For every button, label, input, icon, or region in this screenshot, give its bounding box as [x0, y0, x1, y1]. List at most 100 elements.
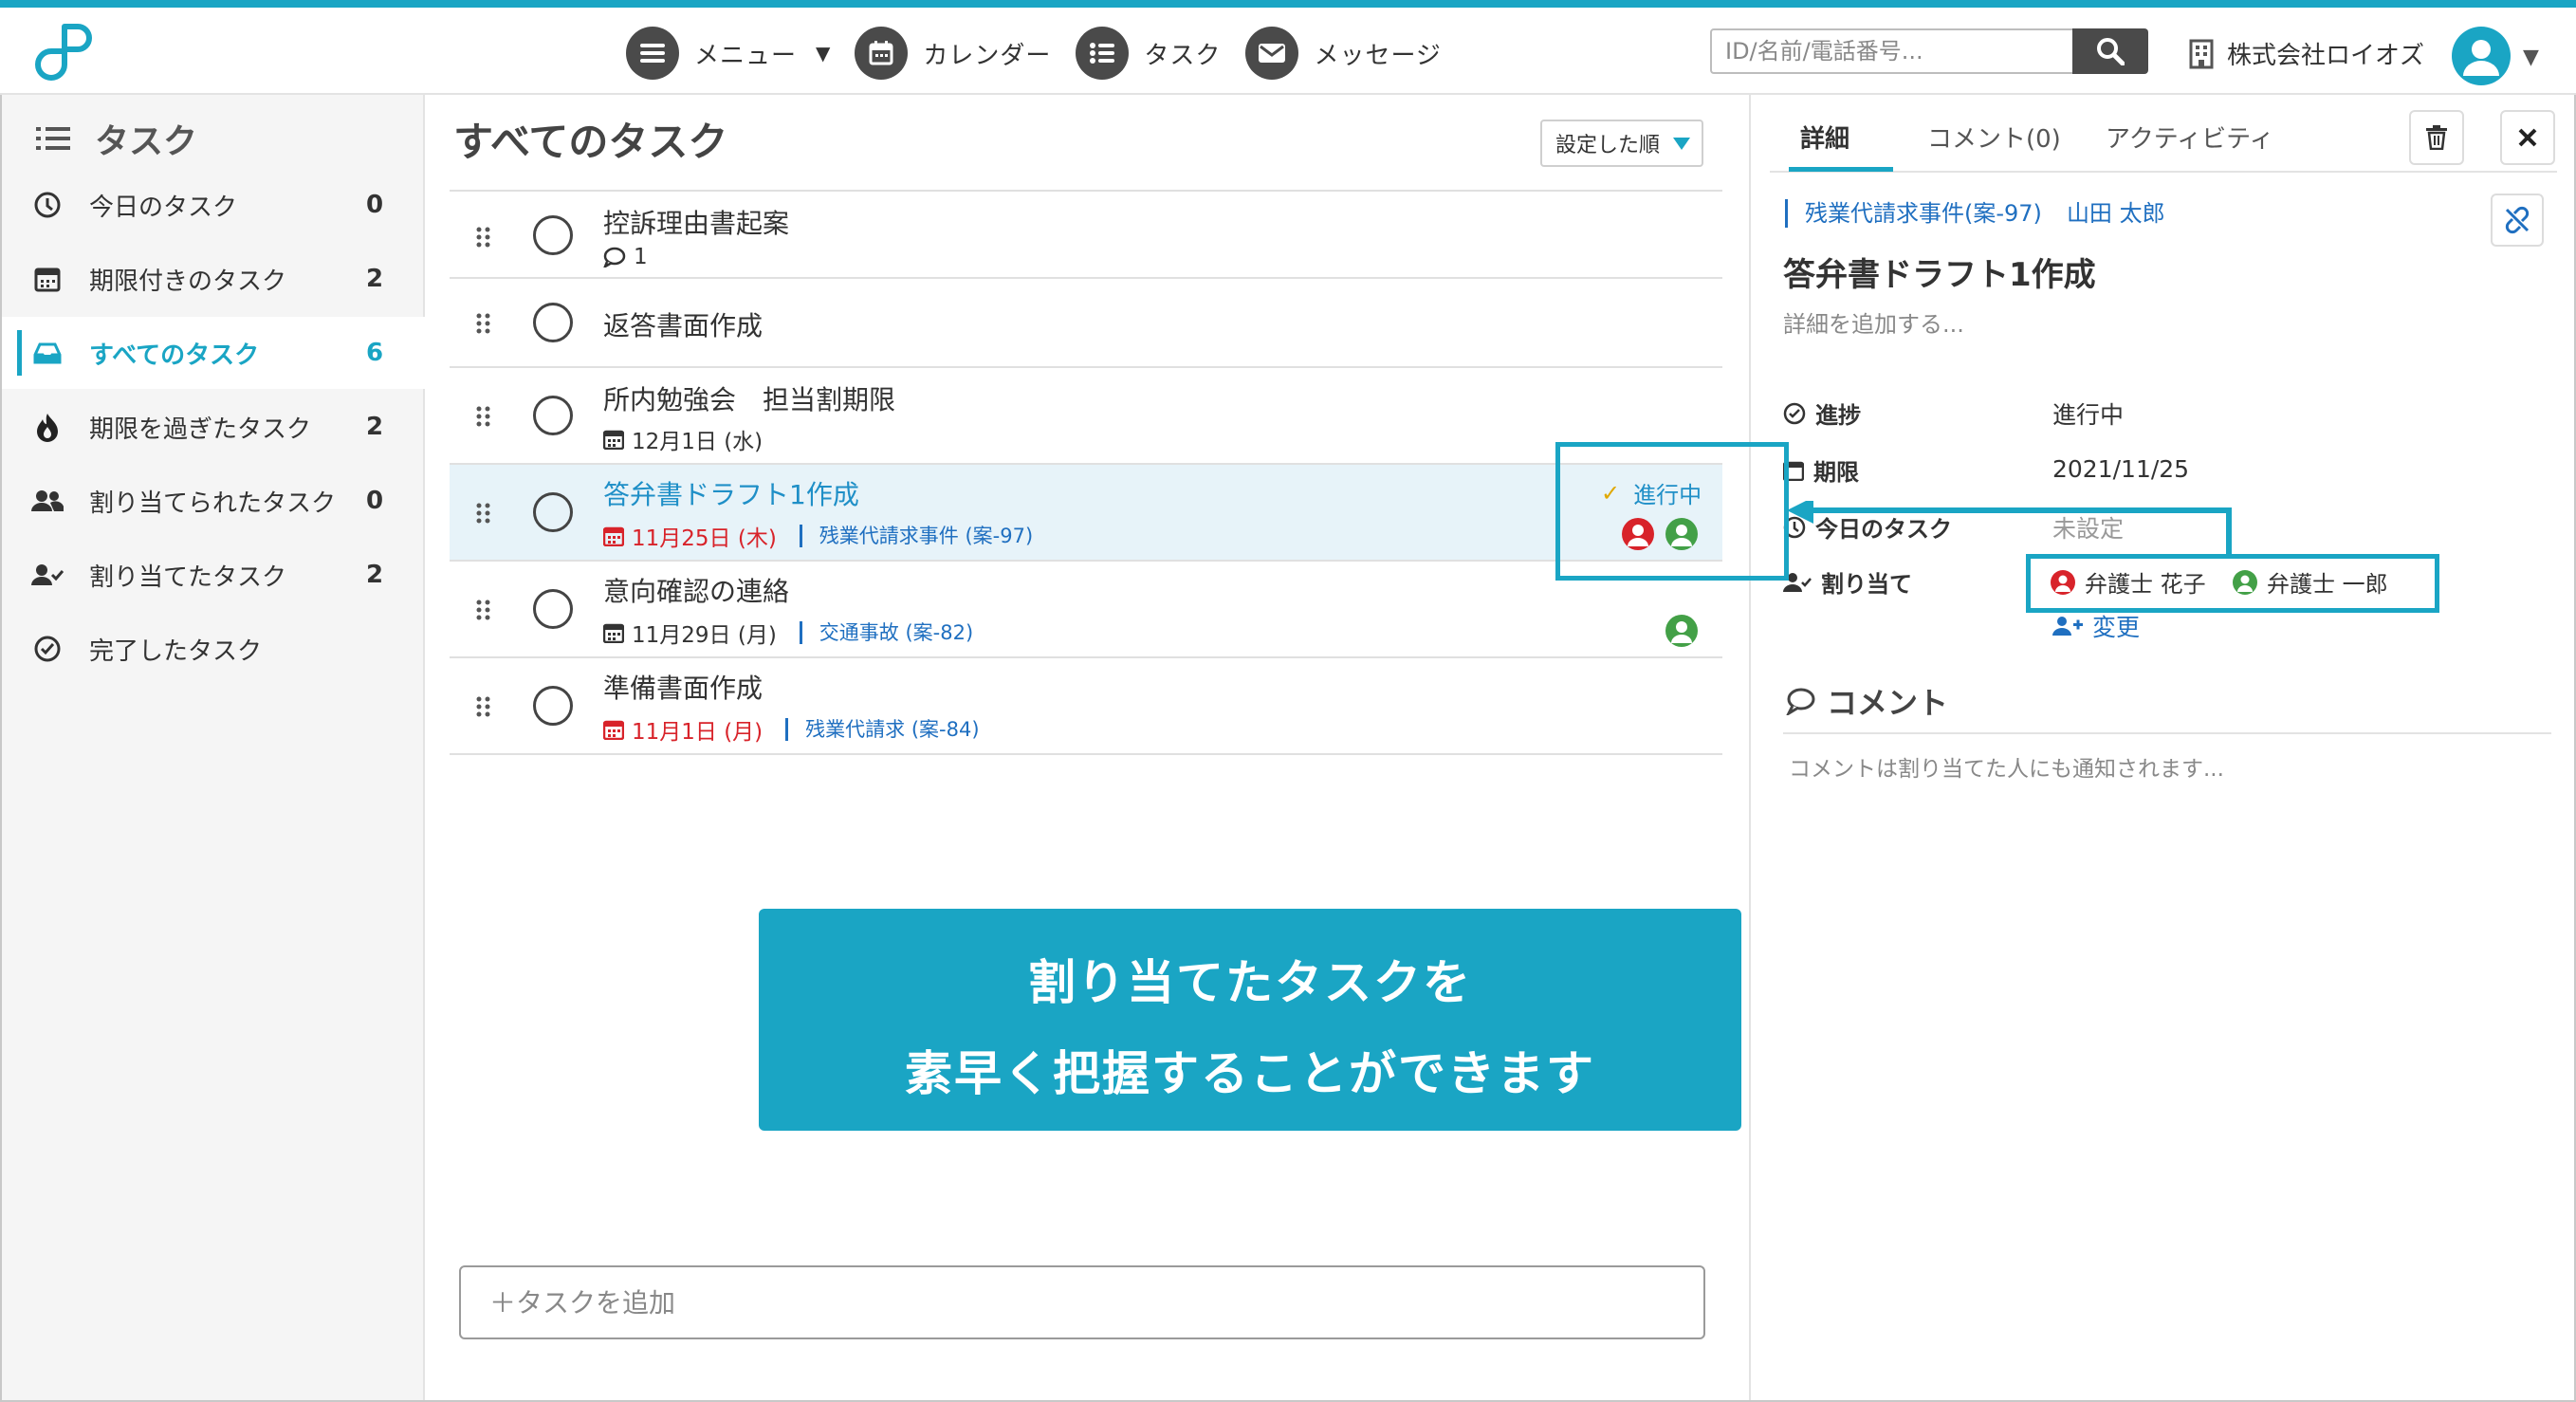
task-case-link[interactable]: 交通事故 (案-82): [799, 621, 973, 644]
sidebar-item-count: 2: [366, 265, 384, 293]
task-due-date: 11月1日 (月): [632, 720, 764, 745]
user-avatar[interactable]: [2452, 27, 2511, 85]
prop-progress-value[interactable]: 進行中: [2052, 397, 2124, 431]
calendar-icon: [30, 262, 64, 296]
drag-handle-icon[interactable]: [474, 695, 493, 718]
task-title[interactable]: 所内勉強会 担当割期限: [603, 379, 895, 417]
task-row[interactable]: 所内勉強会 担当割期限 12月1日 (水): [450, 368, 1722, 465]
calendar-icon: [603, 526, 624, 546]
sidebar-item-today[interactable]: 今日のタスク 0: [2, 169, 425, 241]
check-circle-icon: [1783, 402, 1806, 424]
sidebar-item-label: 完了したタスク: [89, 636, 263, 666]
prop-due-value[interactable]: 2021/11/25: [2052, 455, 2189, 483]
sidebar-item-all[interactable]: すべてのタスク 6: [2, 317, 425, 389]
calendar-icon: [603, 430, 624, 450]
task-row[interactable]: 返答書面作成: [450, 279, 1722, 368]
drag-handle-icon[interactable]: [474, 405, 493, 428]
sidebar-title-text: タスク: [95, 122, 198, 161]
task-complete-checkbox[interactable]: [533, 303, 573, 342]
nav-menu[interactable]: メニュー ▼: [626, 27, 830, 80]
task-title[interactable]: 意向確認の連絡: [603, 571, 789, 609]
comment-icon: [603, 247, 626, 267]
task-title[interactable]: 返答書面作成: [603, 305, 763, 343]
tab-comments[interactable]: コメント(0): [1927, 120, 2061, 155]
callout-banner: 割り当てたタスクを 素早く把握することができます: [759, 909, 1741, 1131]
task-complete-checkbox[interactable]: [533, 492, 573, 532]
sidebar-item-with-deadline[interactable]: 期限付きのタスク 2: [2, 243, 425, 315]
calendar-icon: [603, 720, 624, 740]
task-row[interactable]: 準備書面作成 11月1日 (月) 残業代請求 (案-84): [450, 658, 1722, 755]
prop-due-text: 期限: [1813, 459, 1859, 486]
sidebar-item-completed[interactable]: 完了したタスク: [2, 613, 425, 685]
nav-messages-label: メッセージ: [1314, 41, 1442, 70]
trash-icon: [2426, 125, 2447, 150]
sidebar-item-label: 割り当てたタスク: [89, 563, 287, 592]
user-plus-icon: [2052, 617, 2083, 636]
delete-button[interactable]: [2409, 110, 2464, 165]
change-assignee-button[interactable]: 変更: [2052, 609, 2140, 643]
user-check-icon: [30, 558, 64, 592]
breadcrumb-case-link[interactable]: 残業代請求事件(案-97): [1805, 200, 2042, 227]
sidebar-item-count: 0: [366, 191, 384, 219]
drag-handle-icon[interactable]: [474, 312, 493, 335]
nav-messages[interactable]: メッセージ: [1245, 27, 1441, 80]
task-complete-checkbox[interactable]: [533, 215, 573, 255]
divider: [1783, 732, 2551, 734]
task-complete-checkbox[interactable]: [533, 589, 573, 629]
task-case-link[interactable]: 残業代請求事件 (案-97): [799, 525, 1033, 547]
list-icon: [36, 127, 70, 150]
task-row[interactable]: 意向確認の連絡 11月29日 (月) 交通事故 (案-82): [450, 562, 1722, 658]
prop-progress-text: 進捗: [1815, 402, 1861, 429]
tab-details[interactable]: 詳細: [1800, 120, 1849, 155]
list-icon: [1076, 27, 1130, 80]
sidebar-item-assigned-to-me[interactable]: 割り当てられたタスク 0: [2, 465, 425, 537]
main-nav: メニュー ▼ カレンダー タスク メッセージ: [626, 27, 1466, 80]
description-input[interactable]: 詳細を追加する...: [1783, 305, 1964, 339]
sidebar-item-label: 割り当てられたタスク: [89, 489, 337, 518]
drag-handle-icon[interactable]: [474, 502, 493, 525]
task-title[interactable]: 答弁書ドラフト1作成: [603, 474, 859, 512]
tab-activity[interactable]: アクティビティ: [2106, 120, 2274, 155]
task-complete-checkbox[interactable]: [533, 686, 573, 726]
search-button[interactable]: [2072, 28, 2148, 74]
search-input[interactable]: [1710, 28, 2103, 74]
chevron-down-icon: ▼: [816, 42, 831, 65]
sidebar-title: タスク: [36, 114, 197, 163]
sort-select[interactable]: 設定した順: [1540, 120, 1703, 167]
company-switcher[interactable]: 株式会社ロイオズ: [2189, 36, 2424, 71]
close-button[interactable]: [2500, 110, 2555, 165]
inbox-icon: [30, 336, 64, 370]
sidebar-item-assigned-by-me[interactable]: 割り当てたタスク 2: [2, 539, 425, 611]
drag-handle-icon[interactable]: [474, 226, 493, 249]
detail-title[interactable]: 答弁書ドラフト1作成: [1783, 249, 2096, 295]
task-row[interactable]: 控訴理由書起案 1: [450, 192, 1722, 279]
breadcrumb-client-link[interactable]: 山田 太郎: [2067, 200, 2165, 227]
task-meta: 11月25日 (木) 残業代請求事件 (案-97): [603, 520, 1033, 552]
accent-bar: [0, 0, 2576, 8]
assignee-avatar: [1665, 615, 1698, 647]
task-complete-checkbox[interactable]: [533, 396, 573, 435]
task-case-link[interactable]: 残業代請求 (案-84): [785, 718, 980, 741]
comment-input[interactable]: [1789, 746, 2538, 793]
nav-tasks[interactable]: タスク: [1076, 27, 1221, 80]
nav-calendar[interactable]: カレンダー: [855, 27, 1051, 80]
close-icon: [2518, 128, 2537, 147]
unlink-button[interactable]: [2491, 194, 2544, 247]
comment-icon: [1786, 688, 1815, 715]
task-title[interactable]: 控訴理由書起案: [603, 203, 789, 241]
calendar-icon: [603, 623, 624, 643]
task-row-selected[interactable]: 答弁書ドラフト1作成 11月25日 (木) 残業代請求事件 (案-97) ✓ 進…: [450, 465, 1722, 562]
sidebar-item-label: すべてのタスク: [89, 341, 260, 370]
sidebar-item-count: 2: [366, 561, 384, 589]
prop-assign-text: 割り当て: [1821, 571, 1912, 598]
app-logo-icon[interactable]: [27, 21, 95, 89]
sidebar-item-overdue[interactable]: 期限を過ぎたタスク 2: [2, 391, 425, 463]
nav-tasks-label: タスク: [1144, 41, 1222, 70]
comment-title-text: コメント: [1827, 685, 1949, 721]
add-task-input[interactable]: [459, 1265, 1705, 1339]
unlink-icon: [2505, 206, 2530, 234]
task-title[interactable]: 準備書面作成: [603, 668, 763, 706]
task-due-date: 12月1日 (水): [632, 430, 764, 454]
user-menu-chevron-icon[interactable]: ▼: [2523, 46, 2539, 69]
drag-handle-icon[interactable]: [474, 599, 493, 621]
